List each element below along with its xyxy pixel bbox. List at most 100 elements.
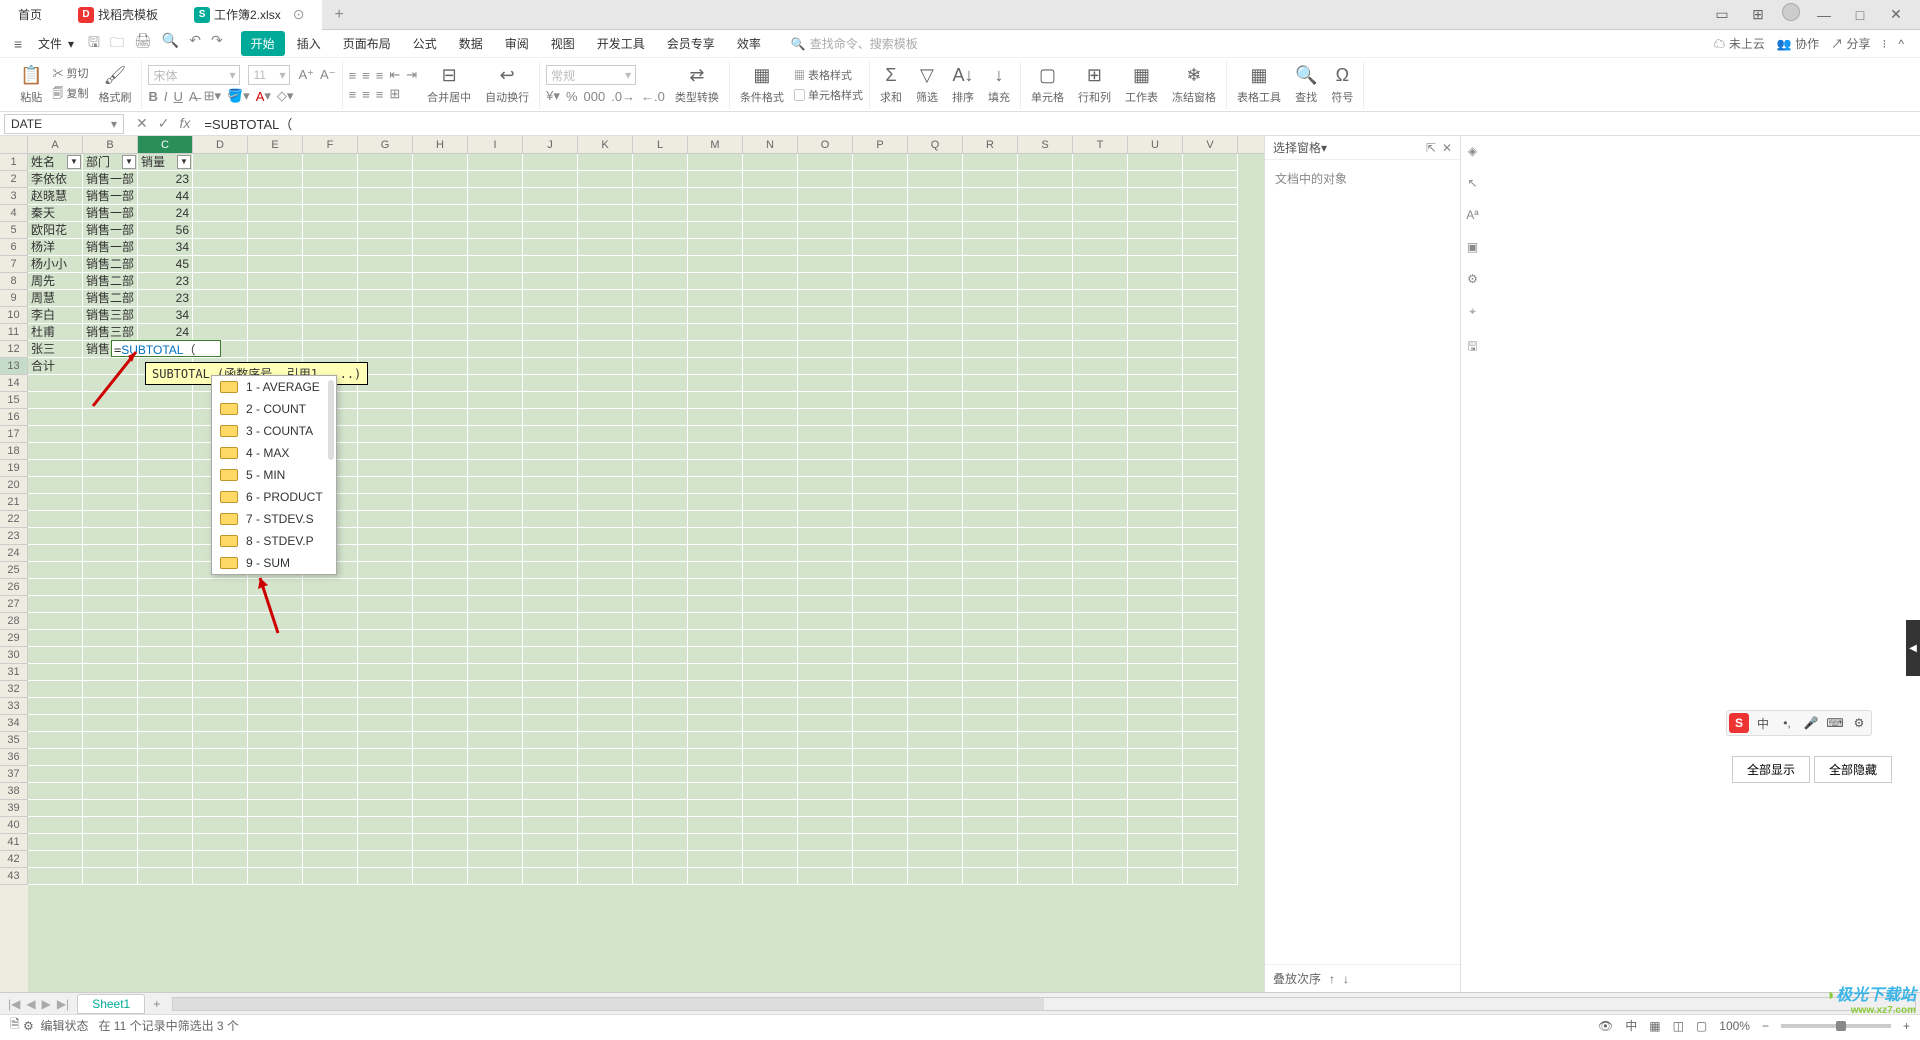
- formula-input[interactable]: =SUBTOTAL（: [198, 114, 1920, 133]
- cell[interactable]: [963, 443, 1018, 460]
- cell[interactable]: [468, 443, 523, 460]
- row-header[interactable]: 9: [0, 290, 28, 307]
- indent-left-icon[interactable]: ⇤: [389, 67, 400, 83]
- cell[interactable]: [1128, 766, 1183, 783]
- cell[interactable]: [853, 851, 908, 868]
- cell[interactable]: [688, 290, 743, 307]
- cell[interactable]: [1018, 511, 1073, 528]
- cell[interactable]: [1183, 324, 1238, 341]
- cell[interactable]: [853, 579, 908, 596]
- cell[interactable]: [798, 817, 853, 834]
- cell[interactable]: [1183, 749, 1238, 766]
- cell[interactable]: [688, 188, 743, 205]
- cell[interactable]: [413, 188, 468, 205]
- cell[interactable]: [908, 715, 963, 732]
- cell[interactable]: 销售一部: [83, 222, 138, 239]
- cell[interactable]: [963, 239, 1018, 256]
- cell[interactable]: [193, 868, 248, 885]
- cell[interactable]: [358, 783, 413, 800]
- cell[interactable]: [853, 562, 908, 579]
- cell[interactable]: [798, 188, 853, 205]
- file-menu[interactable]: ≡文件▾: [8, 35, 80, 52]
- align-middle-icon[interactable]: ≡: [362, 67, 370, 83]
- cell[interactable]: 张三: [28, 341, 83, 358]
- orientation-icon[interactable]: ⊞: [389, 86, 400, 102]
- cell[interactable]: [358, 596, 413, 613]
- cell[interactable]: [358, 392, 413, 409]
- cell[interactable]: [853, 341, 908, 358]
- cell[interactable]: [908, 732, 963, 749]
- cell[interactable]: [688, 868, 743, 885]
- cell[interactable]: [358, 324, 413, 341]
- cell[interactable]: [468, 375, 523, 392]
- cell[interactable]: [908, 341, 963, 358]
- cell[interactable]: [1018, 766, 1073, 783]
- cell[interactable]: [1183, 426, 1238, 443]
- menu-tab-layout[interactable]: 页面布局: [333, 31, 401, 56]
- cell[interactable]: [963, 375, 1018, 392]
- cell[interactable]: [413, 324, 468, 341]
- cell[interactable]: [743, 222, 798, 239]
- cell[interactable]: [523, 596, 578, 613]
- cell[interactable]: [28, 715, 83, 732]
- cell[interactable]: [523, 749, 578, 766]
- cell[interactable]: [358, 341, 413, 358]
- cell[interactable]: [963, 800, 1018, 817]
- cell[interactable]: [413, 358, 468, 375]
- cell[interactable]: [523, 511, 578, 528]
- cell[interactable]: [303, 851, 358, 868]
- cell[interactable]: [908, 596, 963, 613]
- cell[interactable]: [853, 715, 908, 732]
- cell[interactable]: [743, 783, 798, 800]
- cell[interactable]: [578, 834, 633, 851]
- cell[interactable]: [523, 698, 578, 715]
- cell[interactable]: [358, 732, 413, 749]
- cell[interactable]: [523, 205, 578, 222]
- cell[interactable]: [688, 443, 743, 460]
- cell[interactable]: [358, 630, 413, 647]
- cell[interactable]: [853, 698, 908, 715]
- cell[interactable]: [83, 579, 138, 596]
- cell[interactable]: [1128, 341, 1183, 358]
- cell[interactable]: [358, 681, 413, 698]
- col-header[interactable]: K: [578, 136, 633, 153]
- location-icon[interactable]: ⌖: [1469, 304, 1476, 319]
- cell[interactable]: [963, 409, 1018, 426]
- cell[interactable]: [1018, 800, 1073, 817]
- ime-button[interactable]: •,: [1777, 713, 1797, 733]
- cell[interactable]: [83, 477, 138, 494]
- cell[interactable]: [743, 341, 798, 358]
- cell[interactable]: [193, 222, 248, 239]
- horizontal-scrollbar[interactable]: [172, 997, 1916, 1011]
- cell[interactable]: [963, 154, 1018, 171]
- row-header[interactable]: 12: [0, 341, 28, 358]
- cell[interactable]: [1018, 443, 1073, 460]
- cell[interactable]: [1183, 851, 1238, 868]
- cell[interactable]: [1183, 409, 1238, 426]
- cell[interactable]: 部门▼: [83, 154, 138, 171]
- cell[interactable]: [523, 766, 578, 783]
- cell[interactable]: [798, 324, 853, 341]
- cell[interactable]: [468, 341, 523, 358]
- cell[interactable]: [1128, 256, 1183, 273]
- cell[interactable]: [413, 664, 468, 681]
- last-sheet-icon[interactable]: ▶|: [57, 997, 69, 1011]
- cell[interactable]: [28, 698, 83, 715]
- accept-formula-icon[interactable]: ✓: [158, 115, 170, 132]
- cell[interactable]: 欧阳花: [28, 222, 83, 239]
- cell[interactable]: [83, 613, 138, 630]
- cell[interactable]: [853, 409, 908, 426]
- cell[interactable]: 销售一部: [83, 205, 138, 222]
- cell[interactable]: [688, 273, 743, 290]
- table-tools-button[interactable]: ▦表格工具: [1233, 65, 1285, 105]
- cell[interactable]: [1128, 715, 1183, 732]
- dropdown-item[interactable]: 7 - STDEV.S: [212, 508, 336, 530]
- cell[interactable]: [743, 307, 798, 324]
- cell[interactable]: [468, 562, 523, 579]
- cell[interactable]: [798, 494, 853, 511]
- cell[interactable]: [908, 205, 963, 222]
- cell[interactable]: [523, 290, 578, 307]
- cell[interactable]: [1128, 630, 1183, 647]
- cell[interactable]: [908, 256, 963, 273]
- cell[interactable]: [633, 511, 688, 528]
